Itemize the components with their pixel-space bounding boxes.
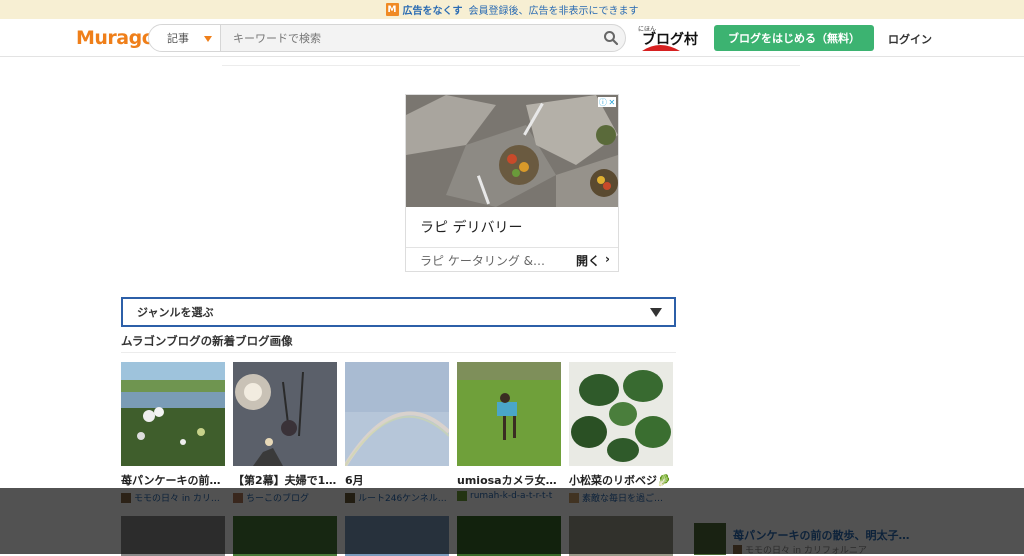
image-card-title[interactable]: umiosaカメラ女…: [457, 472, 567, 488]
ad-divider: [406, 247, 618, 248]
image-card-title[interactable]: 苺パンケーキの前…: [121, 472, 231, 488]
thumbnail-image[interactable]: [457, 362, 561, 466]
avatar: [233, 492, 243, 503]
avatar: [457, 491, 467, 501]
image-card[interactable]: 小松菜のリボベジ🥬 素敵な毎日を過ご…: [569, 362, 673, 504]
genre-select[interactable]: ジャンルを選ぶ: [121, 297, 676, 327]
divider: [222, 65, 800, 66]
svg-text:ブログ村: ブログ村: [642, 31, 698, 48]
new-images-grid-row-2: [121, 516, 681, 556]
thumbnail-image[interactable]: [345, 362, 449, 466]
image-card[interactable]: 6月 ルート246ケンネル…: [345, 362, 449, 504]
image-card-author[interactable]: モモの日々 in カリ…: [121, 491, 233, 504]
site-header: Muragon 記事 にほん ブログ村 ブログをはじめる（無料） ログイン: [0, 19, 1024, 57]
chevron-right-icon: ›: [605, 252, 610, 266]
thumbnail-image[interactable]: [345, 516, 449, 556]
ad-open-button[interactable]: 開く: [576, 252, 600, 269]
genre-select-label: ジャンルを選ぶ: [137, 306, 214, 319]
avatar: [733, 545, 742, 554]
divider: [121, 352, 676, 353]
sidebar-article-author[interactable]: モモの日々 in カリフォルニア: [733, 543, 867, 556]
ad-subtitle: ラピ ケータリング &…: [420, 254, 545, 268]
thumbnail-image[interactable]: [233, 516, 337, 556]
caret-down-icon: [204, 36, 212, 42]
thumbnail-image[interactable]: [121, 516, 225, 556]
close-icon: ✕: [608, 97, 616, 107]
thumbnail-image[interactable]: [457, 516, 561, 556]
image-card-author[interactable]: 素敵な毎日を過ご…: [569, 491, 681, 504]
dropdown-arrow-icon: [650, 308, 662, 317]
section-title: ムラゴンブログの新着ブログ画像: [121, 334, 293, 348]
avatar: [121, 492, 131, 503]
image-card-title[interactable]: 6月: [345, 472, 455, 488]
remove-ads-link[interactable]: 広告をなくす: [403, 2, 463, 17]
thumbnail-image[interactable]: [233, 362, 337, 466]
image-card[interactable]: umiosaカメラ女… rumah-k-d-a-t-r-t-t: [457, 362, 561, 501]
sidebar-article-thumbnail[interactable]: [694, 523, 726, 555]
ad-banner[interactable]: ⓘ ✕ ラピ デリバリー ラピ ケータリング &… 開く ›: [405, 94, 619, 272]
muragon-m-icon: M: [385, 3, 399, 16]
search-icon[interactable]: [597, 25, 625, 51]
blogmura-logo[interactable]: にほん ブログ村: [636, 23, 702, 53]
image-card[interactable]: 苺パンケーキの前… モモの日々 in カリ…: [121, 362, 225, 504]
image-card-author[interactable]: ルート246ケンネル…: [345, 491, 457, 504]
thumbnail-image[interactable]: [569, 362, 673, 466]
image-card[interactable]: 【第2幕】夫婦で1… ちーこのブログ: [233, 362, 337, 504]
thumbnail-image[interactable]: [569, 516, 673, 556]
ad-choices-icon[interactable]: ⓘ ✕: [598, 97, 616, 107]
promo-bar[interactable]: M 広告をなくす 会員登録後、広告を非表示にできます: [0, 0, 1024, 19]
search-category-label: 記事: [167, 32, 189, 45]
search-input[interactable]: [221, 25, 597, 51]
sidebar-title: 新着ブログ記事: [690, 501, 767, 514]
remove-ads-note: 会員登録後、広告を非表示にできます: [468, 6, 639, 17]
search-category-select[interactable]: 記事: [149, 25, 221, 51]
login-link[interactable]: ログイン: [888, 31, 932, 47]
image-card-title[interactable]: 【第2幕】夫婦で1…: [233, 472, 343, 488]
new-images-grid: 苺パンケーキの前… モモの日々 in カリ… 【第2幕】夫婦で1… ちーこのブロ…: [121, 362, 681, 512]
image-card-title[interactable]: 小松菜のリボベジ🥬: [569, 472, 679, 488]
ad-image[interactable]: ⓘ ✕: [406, 95, 618, 207]
ad-headline[interactable]: ラピ デリバリー: [420, 217, 522, 237]
image-card-author[interactable]: ちーこのブログ: [233, 491, 345, 504]
info-icon: ⓘ: [598, 97, 607, 107]
thumbnail-image[interactable]: [121, 362, 225, 466]
search-bar: 記事: [148, 24, 626, 52]
sidebar-article-title[interactable]: 苺パンケーキの前の散歩、明太子…: [733, 527, 910, 543]
avatar: [345, 492, 355, 503]
start-blog-button[interactable]: ブログをはじめる（無料）: [714, 25, 874, 51]
image-card-author[interactable]: rumah-k-d-a-t-r-t-t: [457, 491, 569, 501]
avatar: [569, 492, 579, 503]
